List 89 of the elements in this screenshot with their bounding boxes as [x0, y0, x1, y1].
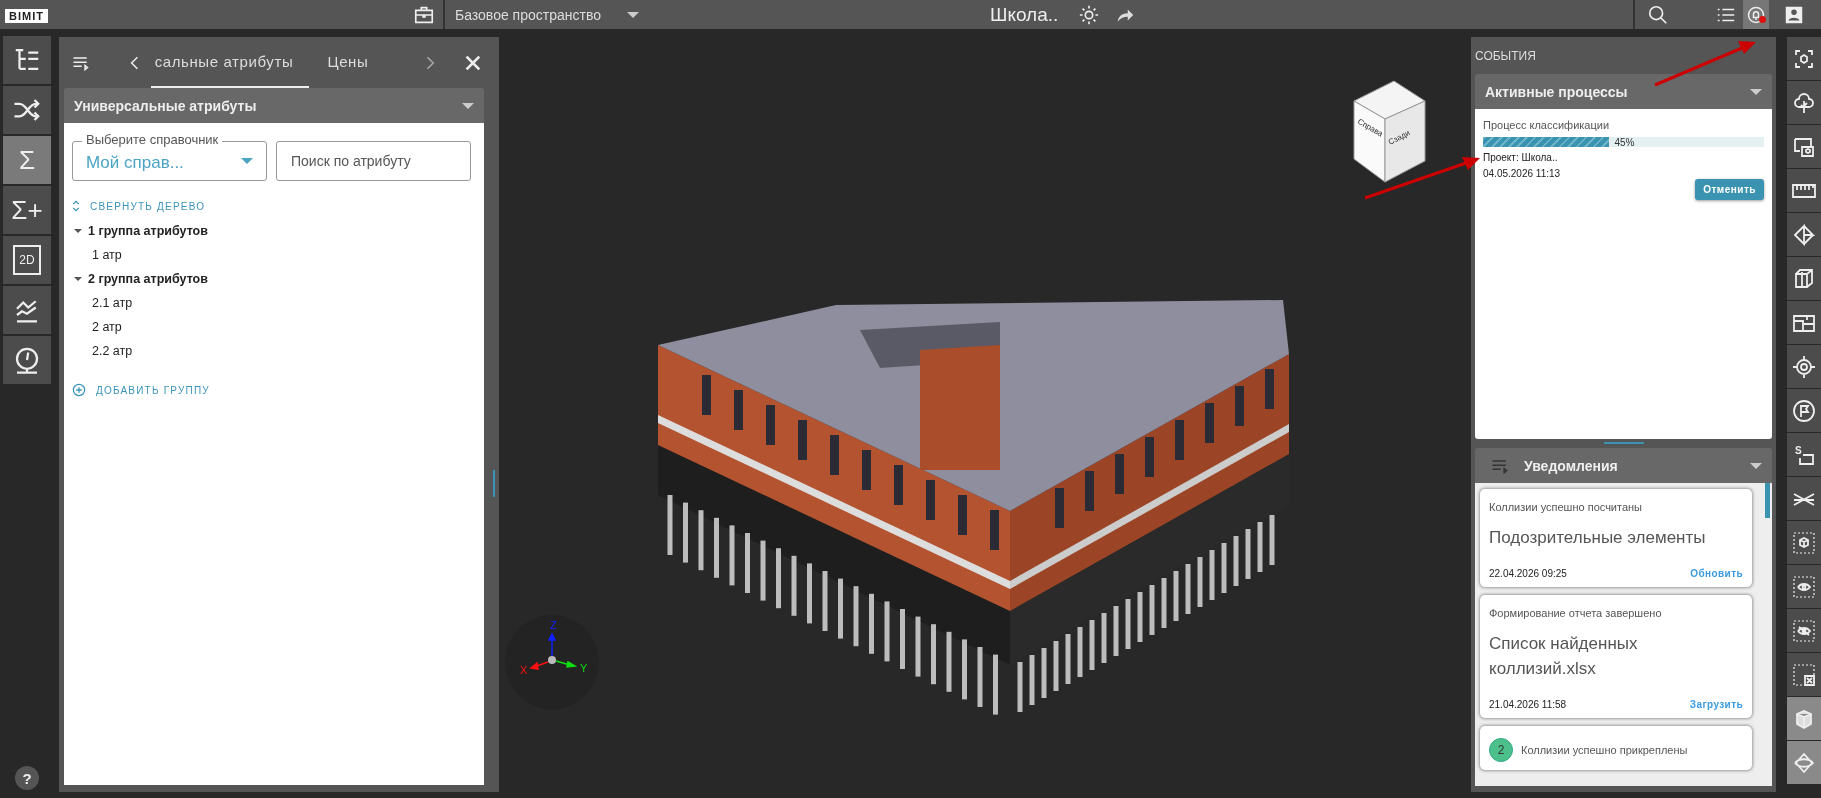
- tab[interactable]: Цены: [323, 37, 383, 88]
- section-title: Уведомления: [1524, 457, 1618, 474]
- app-logo: BIMIT: [5, 8, 48, 23]
- section-title: Универсальные атрибуты: [74, 97, 257, 114]
- section-header[interactable]: Универсальные атрибуты: [64, 88, 484, 123]
- tree-item[interactable]: 2.2 атр: [72, 339, 476, 363]
- panel-title: СОБЫТИЯ: [1475, 47, 1536, 65]
- section-header[interactable]: Активные процессы: [1475, 74, 1772, 109]
- toolbar-button[interactable]: [1787, 213, 1821, 256]
- tree-item[interactable]: 2.1 атр: [72, 291, 476, 315]
- tree-item[interactable]: 1 атр: [72, 243, 476, 267]
- caret-icon: [74, 229, 82, 233]
- notification-text: Список найденных коллизий.xlsx: [1489, 633, 1639, 680]
- toolbar-button[interactable]: [1787, 653, 1821, 696]
- axis-label: Y: [580, 662, 588, 674]
- notifications-button[interactable]: [1743, 0, 1769, 29]
- section-title: Активные процессы: [1485, 83, 1628, 100]
- collapse-icon: [72, 199, 80, 213]
- toolbar-button[interactable]: Σ: [3, 136, 51, 184]
- cube-select-icon: [1792, 530, 1816, 555]
- progress-percent: 45%: [1614, 136, 1635, 148]
- cube-face-label: Сзади: [1386, 128, 1412, 147]
- caret-icon: [74, 277, 82, 281]
- toolbar-button[interactable]: [3, 36, 51, 84]
- help-button[interactable]: ?: [15, 766, 39, 790]
- toolbar-button[interactable]: [1787, 169, 1821, 212]
- process-name: Процесс классификации: [1483, 119, 1611, 131]
- cancel-button[interactable]: Отменить: [1695, 179, 1764, 200]
- dictionary-select[interactable]: Выберите справочник Мой справ...: [72, 132, 267, 181]
- x-axis-arrow: [529, 661, 549, 670]
- caret-icon[interactable]: [1750, 88, 1762, 95]
- workspace-dropdown[interactable]: Базовое пространство: [455, 6, 601, 23]
- toolbar-button[interactable]: [1787, 125, 1821, 168]
- search-icon[interactable]: [1647, 3, 1669, 26]
- add-group-link[interactable]: ДОБАВИТЬ ГРУППУ: [72, 383, 476, 397]
- axis-label: X: [520, 664, 528, 676]
- search-field[interactable]: Поиск по атрибуту: [276, 141, 471, 181]
- toolbar-button[interactable]: [3, 286, 51, 334]
- notification-date: 22.04.2026 09:25: [1489, 568, 1567, 579]
- toolbar-button[interactable]: [1787, 81, 1821, 124]
- notification-heading: Коллизии успешно посчитаны: [1489, 501, 1644, 513]
- eye-icon: [1792, 574, 1816, 599]
- notification-heading: Коллизии успешно прикреплены: [1521, 744, 1688, 756]
- notification-text: Подозрительные элементы: [1489, 527, 1707, 549]
- caret-icon: [241, 158, 253, 164]
- resize-handle[interactable]: [493, 470, 495, 497]
- tree-group[interactable]: 1 группа атрибутов: [72, 219, 476, 243]
- tree-item[interactable]: 2 атр: [72, 315, 476, 339]
- clear-selection-icon: [1792, 662, 1816, 687]
- caret-icon[interactable]: [1750, 462, 1762, 469]
- process-date: 04.05.2026 11:13: [1483, 168, 1562, 179]
- tree-icon: [1792, 90, 1816, 115]
- scrollbar[interactable]: [1765, 483, 1770, 518]
- toolbar-button[interactable]: [1787, 389, 1821, 432]
- notification-date: 21.04.2026 11:58: [1489, 699, 1567, 710]
- toolbar-button[interactable]: [3, 336, 51, 384]
- section-plane-icon: [1792, 222, 1816, 247]
- bell-icon: [1746, 4, 1766, 25]
- eye-off-icon: [1792, 618, 1816, 643]
- process-project: Проект: Школа..: [1483, 152, 1559, 163]
- section-box-icon: [1792, 266, 1816, 291]
- toolbar-button[interactable]: [1787, 521, 1821, 564]
- z-axis-arrow: [548, 632, 556, 657]
- caret-icon[interactable]: [626, 11, 639, 18]
- collapse-tree-link[interactable]: СВЕРНУТЬ ДЕРЕВО: [72, 199, 476, 213]
- notification-heading: Формирование отчета завершено: [1489, 607, 1663, 619]
- splitter-handle[interactable]: [1603, 442, 1644, 444]
- caret-icon[interactable]: [462, 102, 474, 109]
- tree-group[interactable]: 2 группа атрибутов: [72, 267, 476, 291]
- toolbar-button[interactable]: [1787, 565, 1821, 608]
- toolbar-button[interactable]: [1787, 37, 1821, 80]
- origin-point: [548, 656, 556, 664]
- section-header[interactable]: Уведомления: [1475, 448, 1772, 483]
- toolbar-button[interactable]: 2D: [3, 236, 51, 284]
- flag-icon: [1792, 398, 1816, 423]
- count-badge: 2: [1489, 738, 1513, 762]
- toolbar-button[interactable]: [1787, 301, 1821, 344]
- axis-label: Z: [550, 619, 557, 631]
- target-icon: [1792, 354, 1816, 379]
- orbit-icon: [1792, 750, 1816, 775]
- toolbar-button[interactable]: [1787, 477, 1821, 520]
- project-title: Школа..: [990, 3, 1059, 26]
- toolbar-button[interactable]: Σ+: [3, 186, 51, 234]
- toolbar-button[interactable]: [1787, 609, 1821, 652]
- toolbar-button[interactable]: S: [1787, 433, 1821, 476]
- toolbar-button[interactable]: [1787, 257, 1821, 300]
- toolbar-button[interactable]: [3, 86, 51, 134]
- toolbar-button[interactable]: [1787, 345, 1821, 388]
- y-axis-arrow: [555, 660, 578, 668]
